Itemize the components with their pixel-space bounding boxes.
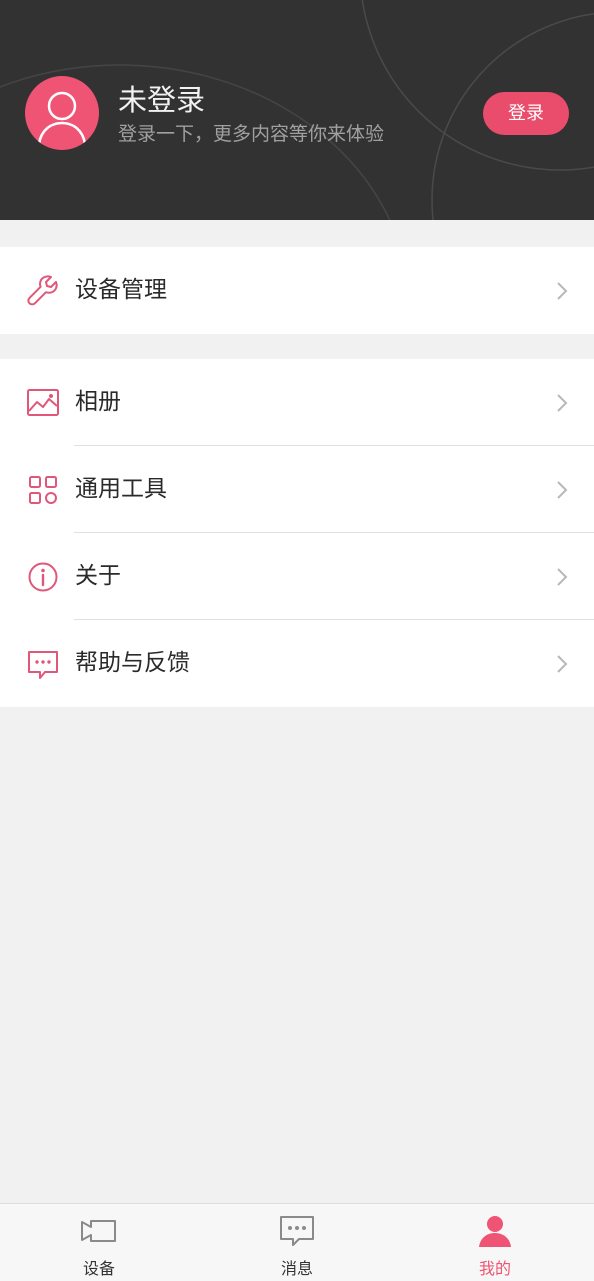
menu-group-device: 设备管理 xyxy=(0,247,594,334)
chevron-right-icon xyxy=(557,282,568,300)
menu-item-about[interactable]: 关于 xyxy=(0,533,594,620)
grid-icon xyxy=(29,476,57,504)
chevron-right-icon xyxy=(557,394,568,412)
menu-item-label: 相册 xyxy=(75,389,121,415)
login-prompt: 登录一下，更多内容等你来体验 xyxy=(118,123,385,145)
tab-label: 消息 xyxy=(280,1259,313,1278)
menu-item-label: 帮助与反馈 xyxy=(75,650,190,676)
menu-item-device-management[interactable]: 设备管理 xyxy=(0,247,594,334)
chat-bubble-icon xyxy=(28,651,58,679)
tab-label: 我的 xyxy=(478,1259,511,1278)
menu-item-help-feedback[interactable]: 帮助与反馈 xyxy=(0,620,594,707)
chevron-right-icon xyxy=(557,568,568,586)
avatar[interactable] xyxy=(25,76,99,150)
menu-item-label: 通用工具 xyxy=(75,476,167,502)
person-icon xyxy=(479,1216,511,1247)
menu-item-general-tools[interactable]: 通用工具 xyxy=(0,446,594,533)
picture-icon xyxy=(27,389,59,416)
tab-devices[interactable]: 设备 xyxy=(0,1204,198,1281)
info-icon xyxy=(28,562,58,592)
user-avatar-icon xyxy=(37,91,87,145)
menu-item-label: 设备管理 xyxy=(75,277,167,303)
chevron-right-icon xyxy=(557,481,568,499)
tab-mine[interactable]: 我的 xyxy=(396,1204,594,1281)
bottom-tab-bar: 设备 消息 我的 xyxy=(0,1203,594,1281)
chevron-right-icon xyxy=(557,655,568,673)
wrench-icon xyxy=(27,275,58,306)
tab-messages[interactable]: 消息 xyxy=(198,1204,396,1281)
menu-item-label: 关于 xyxy=(75,563,121,589)
menu-group-main: 相册 通用工具 关于 帮助与反馈 xyxy=(0,359,594,707)
user-name: 未登录 xyxy=(118,83,206,117)
tab-label: 设备 xyxy=(82,1259,115,1278)
login-button[interactable]: 登录 xyxy=(483,92,569,135)
profile-header: 未登录 登录一下，更多内容等你来体验 登录 xyxy=(0,0,594,220)
message-icon xyxy=(280,1216,314,1246)
camera-icon xyxy=(81,1220,116,1242)
menu-item-album[interactable]: 相册 xyxy=(0,359,594,446)
